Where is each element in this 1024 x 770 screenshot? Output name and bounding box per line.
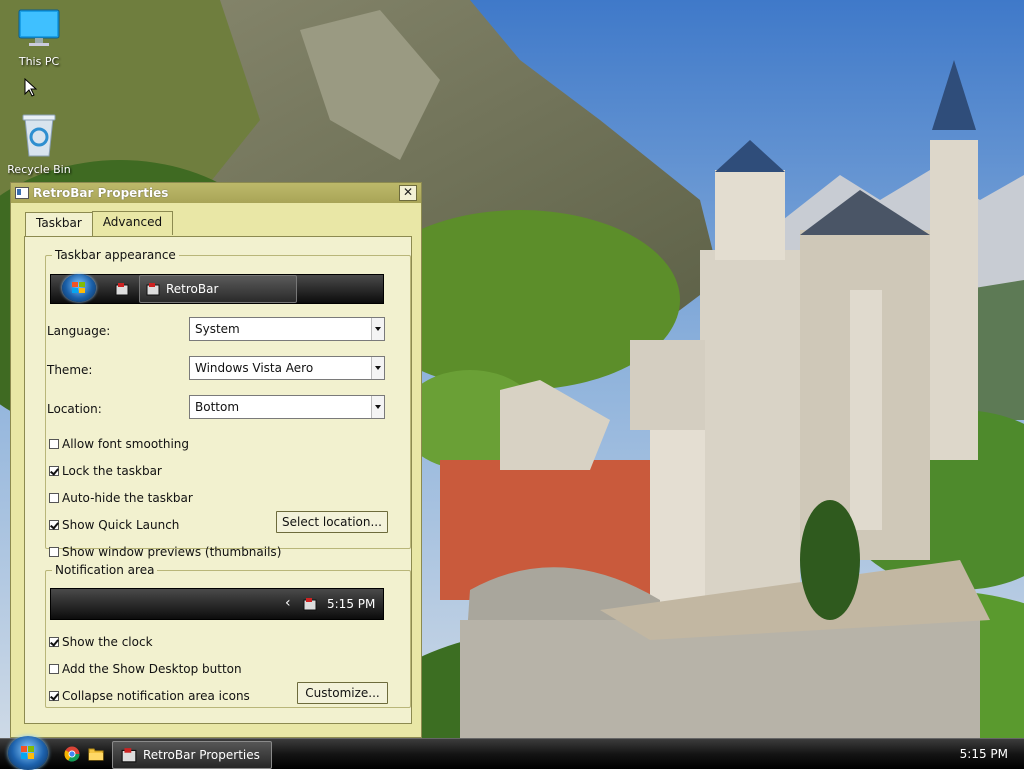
checkbox[interactable] — [49, 637, 59, 647]
option-collapse-notification-icons[interactable]: Collapse notification area icons — [49, 689, 250, 703]
window-title: RetroBar Properties — [33, 186, 169, 200]
mouse-cursor-icon — [24, 78, 38, 97]
checkbox[interactable] — [49, 520, 59, 530]
option-label: Show Quick Launch — [62, 518, 180, 532]
option-show-quick-launch[interactable]: Show Quick Launch — [49, 518, 179, 532]
desktop-icon-recycle-bin[interactable]: Recycle Bin — [4, 112, 74, 176]
windows-logo-icon — [21, 746, 34, 759]
tab-strip: Taskbar Advanced — [25, 211, 174, 236]
taskbar-appearance-legend: Taskbar appearance — [52, 248, 179, 262]
option-label: Auto-hide the taskbar — [62, 491, 193, 505]
option-auto-hide-taskbar[interactable]: Auto-hide the taskbar — [49, 491, 193, 505]
chrome-icon[interactable] — [64, 746, 80, 762]
desktop-icon-label: This PC — [18, 55, 60, 68]
start-orb-preview — [62, 274, 96, 302]
checkbox[interactable] — [49, 439, 59, 449]
monitor-icon — [18, 9, 60, 46]
quick-launch-app-icon — [115, 283, 129, 296]
theme-label: Theme: — [47, 363, 93, 377]
theme-dropdown[interactable]: Windows Vista Aero — [189, 356, 385, 380]
checkbox[interactable] — [49, 493, 59, 503]
preview-task-label: RetroBar — [166, 282, 219, 296]
preview-task-button: RetroBar — [139, 275, 297, 303]
option-label: Lock the taskbar — [62, 464, 162, 478]
option-label: Collapse notification area icons — [62, 689, 250, 703]
preview-clock: 5:15 PM — [327, 597, 376, 611]
title-bar[interactable]: RetroBar Properties ✕ — [11, 183, 421, 203]
language-dropdown[interactable]: System — [189, 317, 385, 341]
tab-advanced[interactable]: Advanced — [91, 211, 174, 235]
option-lock-taskbar[interactable]: Lock the taskbar — [49, 464, 162, 478]
option-show-window-previews[interactable]: Show window previews (thumbnails) — [49, 545, 281, 559]
tab-panel-taskbar: Taskbar appearance RetroBar Language: Sy… — [24, 236, 412, 724]
taskbar: RetroBar Properties 5:15 PM — [0, 736, 1024, 770]
close-button[interactable]: ✕ — [399, 185, 417, 201]
location-dropdown[interactable]: Bottom — [189, 395, 385, 419]
taskbar-clock[interactable]: 5:15 PM — [960, 747, 1008, 761]
windows-logo-icon — [72, 282, 85, 293]
chevron-down-icon — [371, 357, 384, 379]
retrobar-app-icon — [121, 748, 137, 763]
option-label: Show window previews (thumbnails) — [62, 545, 282, 559]
chevron-left-icon: ‹ — [285, 595, 291, 611]
checkbox[interactable] — [49, 664, 59, 674]
option-label: Allow font smoothing — [62, 437, 190, 451]
option-label: Show the clock — [62, 635, 153, 649]
file-explorer-icon[interactable] — [88, 746, 104, 762]
window-app-icon — [15, 187, 29, 199]
notification-area-legend: Notification area — [52, 563, 158, 577]
desktop-icon-this-pc[interactable]: This PC — [4, 8, 74, 68]
recycle-bin-icon — [22, 114, 56, 157]
taskbar-preview: RetroBar — [50, 274, 384, 304]
retrobar-tray-icon — [303, 598, 317, 611]
chevron-down-icon — [371, 318, 384, 340]
tab-taskbar[interactable]: Taskbar — [25, 212, 93, 236]
checkbox[interactable] — [49, 691, 59, 701]
option-allow-font-smoothing[interactable]: Allow font smoothing — [49, 437, 189, 451]
taskbar-button-retrobar-properties[interactable]: RetroBar Properties — [112, 741, 272, 769]
option-label: Add the Show Desktop button — [62, 662, 242, 676]
option-show-desktop-button[interactable]: Add the Show Desktop button — [49, 662, 242, 676]
taskbar-button-label: RetroBar Properties — [143, 748, 260, 762]
notification-preview: ‹ 5:15 PM — [50, 588, 384, 620]
desktop-icon-label: Recycle Bin — [7, 163, 71, 176]
option-show-clock[interactable]: Show the clock — [49, 635, 153, 649]
checkbox[interactable] — [49, 466, 59, 476]
theme-value: Windows Vista Aero — [195, 361, 314, 375]
start-button[interactable] — [8, 736, 48, 770]
retrobar-app-icon — [146, 283, 160, 296]
location-label: Location: — [47, 402, 102, 416]
language-value: System — [195, 322, 240, 336]
checkbox[interactable] — [49, 547, 59, 557]
location-value: Bottom — [195, 400, 240, 414]
retrobar-properties-window: RetroBar Properties ✕ Taskbar Advanced T… — [10, 182, 422, 738]
customize-button[interactable]: Customize... — [297, 682, 388, 704]
select-location-button[interactable]: Select location... — [276, 511, 388, 533]
chevron-down-icon — [371, 396, 384, 418]
language-label: Language: — [47, 324, 111, 338]
